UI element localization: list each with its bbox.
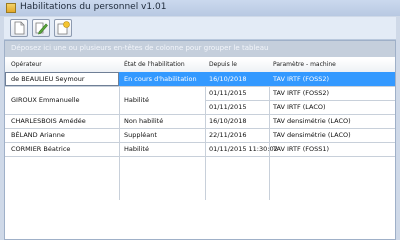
grid-panel: Déposez ici une ou plusieurs en-têtes de… [4,40,396,240]
column-header-operator[interactable]: Opérateur [11,61,42,68]
cell-machine: TAV IRTF (LACO) [273,103,326,111]
cell-machine: TAV densimétrie (LACO) [273,131,351,139]
app-icon [6,3,16,13]
column-divider [119,72,120,200]
cell-state: Non habilité [124,117,164,125]
toolbar [4,17,396,40]
title-bar: Habilitations du personnel v1.01 [0,0,400,16]
cell-state: Suppléant [124,131,157,139]
cell-since: 16/10/2018 [209,117,247,125]
cell-operator: BÉLAND Arianne [11,131,65,139]
column-divider [269,72,270,200]
blank-page-icon [14,21,25,35]
row-divider [5,156,395,157]
cell-machine: TAV IRTF (FOSS1) [273,145,330,153]
cell-operator: CORMIER Béatrice [11,145,71,153]
cell-state: Habilité [124,96,149,104]
column-divider [205,72,206,200]
row-divider [5,114,395,115]
cell-since: 16/10/2018 [209,75,247,83]
row-divider [5,142,395,143]
cell-machine: TAV IRTF (FOSS2) [273,75,330,83]
column-header-machine[interactable]: Paramètre - machine [273,61,336,68]
add-button[interactable] [54,19,72,37]
cell-since: 22/11/2016 [209,131,247,139]
cell-since: 01/11/2015 11:30:02 [209,145,278,153]
cell-machine: TAV IRTF (FOSS2) [273,89,330,97]
cell-operator-focused[interactable]: de BEAULIEU Seymour [5,72,119,86]
cell-state: Habilité [124,145,149,153]
cell-operator: CHARLESBOIS Amédée [11,117,86,125]
add-page-icon [57,21,70,35]
group-by-hint: Déposez ici une ou plusieurs en-têtes de… [11,44,269,52]
cell-operator: GIROUX Emmanuelle [11,96,80,104]
column-header-since[interactable]: Depuis le [209,61,237,68]
column-header-row: Opérateur État de l'habilitation Depuis … [5,59,395,73]
edit-button[interactable] [32,19,50,37]
group-by-panel[interactable]: Déposez ici une ou plusieurs en-têtes de… [5,41,395,57]
cell-operator: de BEAULIEU Seymour [11,75,85,83]
cell-since: 01/11/2015 [209,103,247,111]
cell-machine: TAV densimétrie (LACO) [273,117,351,125]
cell-state: En cours d'habilitation [124,75,197,83]
row-divider [205,100,395,101]
cell-since: 01/11/2015 [209,89,247,97]
row-divider [5,86,395,87]
row-divider [5,128,395,129]
new-button[interactable] [10,19,28,37]
window-title: Habilitations du personnel v1.01 [20,2,167,12]
column-header-state[interactable]: État de l'habilitation [124,61,185,68]
edit-pencil-icon [35,22,48,35]
